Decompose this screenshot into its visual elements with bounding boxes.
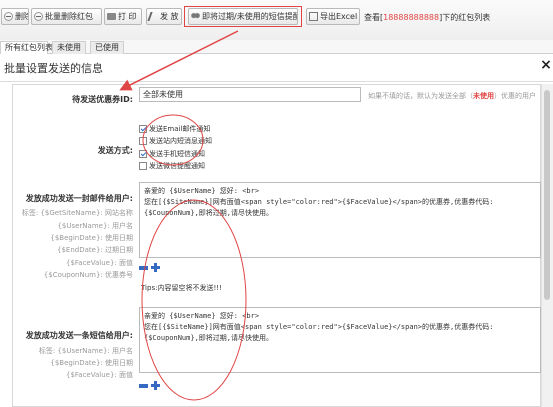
method-email[interactable]: 发送Email邮件通知 [139,124,210,134]
wechat-checkbox[interactable] [139,162,147,170]
coupon-id-input[interactable] [139,87,361,102]
sms-template-label: 发放成功发送一条短信给用户: [25,331,133,340]
send-method-label: 发送方式: [97,146,133,155]
print-button[interactable]: 打 印 [104,8,142,25]
email-textarea-controls [139,263,160,272]
tips-text: Tips:内容留空将不发送!!! [141,284,222,292]
email-hint: {$UserName}: 用户名 [57,222,133,230]
email-hint: {$FaceValue}: 面值 [66,259,133,267]
sms-template-textarea[interactable]: 亲爱的 {$UserName} 您好: <br> 您在[{$SiteName}]… [139,307,541,373]
expand-icon[interactable] [151,381,160,390]
shrink-icon[interactable] [139,265,148,270]
email-hint: {$CouponNum}: 优惠券号 [43,271,133,279]
printer-icon [107,13,116,20]
tab-bar: 所有红包列表 未使用 已使用 [0,40,553,54]
toolbar: 删除 批量删除红包 打 印 发 放 即将过期/未使用的短信提醒 导出Excel … [0,0,553,40]
method-site-message[interactable]: 发送站内短消息通知 [139,136,212,146]
highlight-box [184,6,302,27]
pencil-icon [147,12,160,21]
shrink-icon[interactable] [139,383,148,388]
issue-button[interactable]: 发 放 [146,8,182,25]
email-template-textarea[interactable]: 亲爱的 {$UserName} 您好: <br> 您在[{$SiteName}]… [139,182,541,258]
dialog-title: 批量设置发送的信息 [4,62,103,75]
email-hint: 标签: {$GetSiteName}: 网站名称 [21,209,133,217]
expand-icon[interactable] [151,263,160,272]
phone-number[interactable]: 18888888888 [383,13,439,22]
email-hint: {$BeginDate}: 使用日期 [50,234,133,242]
site-message-checkbox[interactable] [139,137,147,145]
sms-hint: {$BeginDate}: 使用日期 [50,359,133,367]
sms-hint: 标签: {$UserName}: 用户名 [38,347,133,355]
scrollbar-thumb[interactable] [544,90,550,300]
tab-used[interactable]: 已使用 [90,41,124,54]
minus-icon [34,12,43,21]
tab-unused[interactable]: 未使用 [52,41,86,54]
sms-hint: {$FaceValue}: 面值 [66,371,133,379]
email-template-label: 发放成功发送一封邮件给用户: [25,194,133,203]
close-icon[interactable]: × [539,58,553,72]
tab-all-coupons[interactable]: 所有红包列表 [0,41,53,54]
batch-delete-button[interactable]: 批量删除红包 [31,8,102,25]
sms-checkbox[interactable] [139,150,147,158]
dialog-divider [0,81,553,82]
coupon-id-note: 如果不填的话，默认为发送全部（未使用）优惠的用户 [368,92,536,100]
query-phone-text: 查看[18888888888]下的红包列表 [364,13,491,22]
sms-textarea-controls [139,381,160,390]
coupon-id-label: 待发送优惠券ID: [72,95,133,104]
minus-icon [4,12,13,21]
method-sms[interactable]: 发送手机短信通知 [139,149,205,159]
email-hint: {$EndDate}: 过期日期 [57,246,133,254]
method-wechat[interactable]: 发送微信提醒通知 [139,161,205,171]
email-checkbox[interactable] [139,125,147,133]
export-excel-button[interactable]: 导出Excel [306,8,360,25]
export-icon [309,12,318,21]
delete-button[interactable]: 删除 [1,8,29,25]
